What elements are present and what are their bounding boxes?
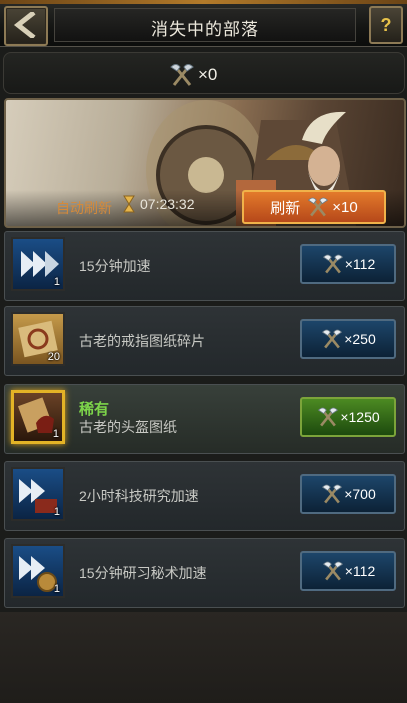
- shop-item[interactable]: 1 15分钟加速 ×112: [4, 231, 405, 301]
- item-quantity: 1: [53, 583, 60, 595]
- auto-refresh-label: 自动刷新: [56, 200, 112, 216]
- item-price: ×112: [344, 563, 376, 579]
- item-name: 15分钟加速: [79, 258, 151, 274]
- buy-button[interactable]: ×250: [300, 319, 396, 359]
- buy-button[interactable]: ×700: [300, 474, 396, 514]
- speedup-icon: 1: [11, 237, 65, 291]
- bottom-background: [0, 612, 407, 703]
- battle-axe-icon: [322, 561, 343, 581]
- battle-axe-icon: [318, 407, 339, 427]
- tribe-banner: 自动刷新 07:23:32 刷新 ×10: [4, 98, 406, 228]
- item-price: ×700: [344, 486, 376, 502]
- page-title: 消失中的部落: [151, 20, 259, 39]
- refresh-label: 刷新: [270, 199, 301, 217]
- refresh-cost: ×10: [332, 198, 358, 216]
- research-speedup-icon: 1: [11, 467, 65, 521]
- buy-button[interactable]: ×1250: [300, 397, 396, 437]
- item-price: ×112: [344, 256, 376, 272]
- item-price: ×250: [344, 331, 376, 347]
- battle-axe-icon: [308, 197, 329, 217]
- item-name: 古老的戒指图纸碎片: [79, 333, 205, 349]
- battle-axe-icon: [322, 484, 343, 504]
- top-bar: 消失中的部落 ?: [0, 0, 407, 47]
- currency-count: ×0: [198, 65, 218, 84]
- battle-axe-icon: [322, 254, 343, 274]
- shop-item[interactable]: 20 古老的戒指图纸碎片 ×250: [4, 306, 405, 376]
- hourglass-icon: [123, 195, 135, 213]
- arcane-study-speedup-icon: 1: [11, 544, 65, 598]
- help-button[interactable]: ?: [369, 6, 403, 44]
- item-quantity: 1: [52, 428, 59, 440]
- ring-blueprint-fragment-icon: 20: [11, 312, 65, 366]
- item-quantity: 1: [53, 276, 60, 288]
- battle-axe-icon: [322, 329, 343, 349]
- item-name: 15分钟研习秘术加速: [79, 565, 207, 581]
- item-name: 古老的头盔图纸: [79, 419, 177, 435]
- item-price: ×1250: [340, 409, 380, 425]
- shop-item[interactable]: 1 15分钟研习秘术加速 ×112: [4, 538, 405, 608]
- refresh-button[interactable]: 刷新 ×10: [242, 190, 386, 224]
- item-name: 2小时科技研究加速: [79, 488, 199, 504]
- item-quantity: 1: [53, 506, 60, 518]
- rarity-label: 稀有: [79, 401, 110, 418]
- item-quantity: 20: [47, 351, 60, 363]
- refresh-timer: 07:23:32: [122, 195, 195, 213]
- shop-item[interactable]: 1 2小时科技研究加速 ×700: [4, 461, 405, 531]
- timer-value: 07:23:32: [140, 196, 195, 212]
- buy-button[interactable]: ×112: [300, 551, 396, 591]
- currency-bar: ×0: [3, 52, 405, 94]
- title-plate: 消失中的部落: [54, 8, 356, 42]
- back-button[interactable]: [4, 6, 48, 46]
- buy-button[interactable]: ×112: [300, 244, 396, 284]
- shop-item-rare[interactable]: 1 稀有 古老的头盔图纸 ×1250: [4, 384, 405, 454]
- back-arrow-icon: [13, 12, 36, 38]
- helmet-blueprint-icon: 1: [11, 390, 65, 444]
- battle-axe-icon: [170, 64, 194, 86]
